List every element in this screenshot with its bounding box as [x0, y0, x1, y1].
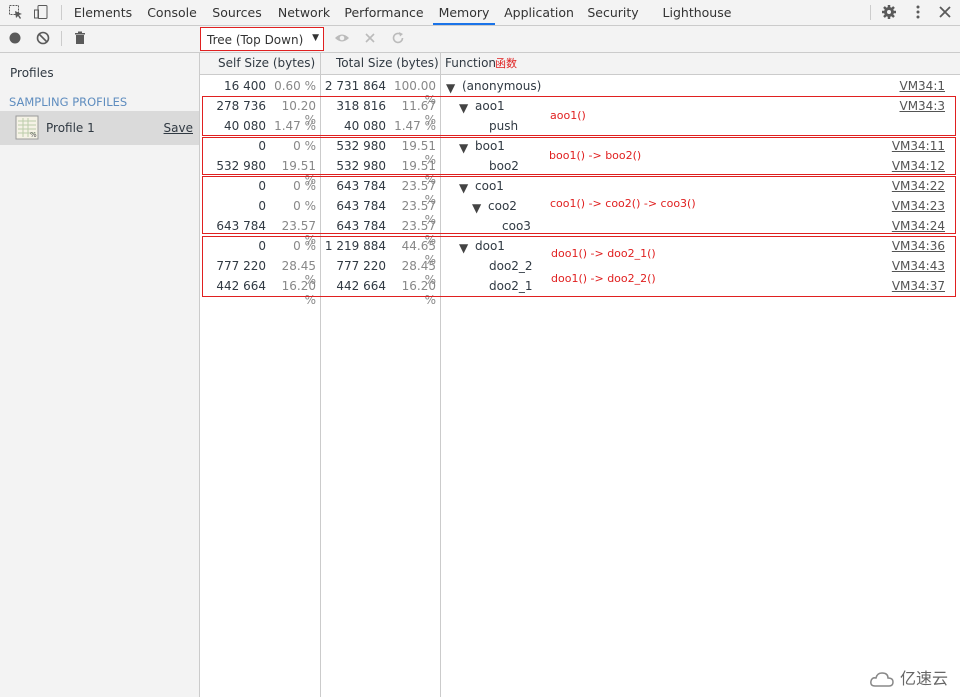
- inspect-icon[interactable]: [8, 4, 24, 20]
- column-header-total-label: Total Size (bytes): [336, 56, 439, 70]
- more-icon[interactable]: [910, 4, 926, 20]
- tab-network[interactable]: Network: [274, 0, 334, 25]
- device-toggle-icon[interactable]: [33, 4, 49, 20]
- tab-application[interactable]: Application: [503, 0, 575, 25]
- svg-text:%: %: [30, 131, 37, 139]
- sidebar-section-title: SAMPLING PROFILES: [9, 95, 128, 109]
- self-size-value: 16 400: [224, 79, 266, 93]
- tab-elements[interactable]: Elements: [72, 0, 134, 25]
- divider: [61, 31, 62, 46]
- memory-toolbar: [0, 26, 960, 53]
- close-devtools-icon[interactable]: [937, 4, 953, 20]
- profile-label: Profile 1: [46, 121, 95, 135]
- cloud-icon: [869, 671, 894, 687]
- trash-icon[interactable]: [73, 31, 87, 48]
- close-icon[interactable]: [363, 31, 377, 48]
- annotation-box-doo: [202, 236, 956, 297]
- tab-lighthouse[interactable]: Lighthouse: [660, 0, 734, 25]
- gear-icon[interactable]: [881, 4, 897, 20]
- function-name: (anonymous): [462, 79, 542, 93]
- devtools-tab-bar: Elements Console Sources Network Perform…: [0, 0, 960, 26]
- view-select[interactable]: Tree (Top Down) ▼: [200, 27, 324, 51]
- sidebar-heading: Profiles: [10, 66, 54, 80]
- column-header-function[interactable]: Function 函数: [441, 53, 960, 75]
- reload-icon[interactable]: [391, 31, 405, 48]
- watermark: 亿速云: [869, 665, 948, 689]
- tab-sources[interactable]: Sources: [208, 0, 266, 25]
- chevron-down-icon: ▼: [312, 33, 319, 43]
- divider: [61, 5, 62, 20]
- column-header-self-label: Self Size (bytes): [218, 56, 316, 70]
- eye-icon[interactable]: [334, 31, 350, 48]
- function-note: 函数: [495, 57, 517, 70]
- divider: [870, 5, 871, 20]
- profile-icon: %: [15, 115, 39, 143]
- watermark-text: 亿速云: [899, 669, 948, 688]
- annotation-aoo: aoo1(): [550, 109, 586, 122]
- column-header-total-size[interactable]: Total Size (bytes): [321, 53, 440, 75]
- sidebar-item-profile-1[interactable]: % Profile 1 Save: [0, 111, 199, 145]
- tab-console[interactable]: Console: [142, 0, 202, 25]
- self-size-percent: 0.60 %: [274, 79, 316, 93]
- column-header-function-label: Function: [445, 56, 497, 70]
- tab-security[interactable]: Security: [585, 0, 641, 25]
- column-header-self-size[interactable]: Self Size (bytes): [200, 53, 320, 75]
- record-icon[interactable]: [8, 31, 22, 48]
- annotation-doo-2: doo1() -> doo2_2(): [551, 272, 656, 285]
- view-select-value: Tree (Top Down): [207, 33, 304, 47]
- tab-performance[interactable]: Performance: [343, 0, 425, 25]
- table-row[interactable]: 16 400 0.60 % 2 731 864 100.00 % ▼ (anonymous…: [200, 76, 960, 107]
- annotation-coo: coo1() -> coo2() -> coo3(): [550, 197, 696, 210]
- profiles-sidebar: Profiles SAMPLING PROFILES % Profile 1 S…: [0, 53, 200, 697]
- source-link[interactable]: VM34:1: [899, 79, 945, 93]
- expand-toggle-icon[interactable]: ▼: [446, 81, 455, 95]
- tab-memory[interactable]: Memory: [433, 0, 495, 25]
- save-link[interactable]: Save: [164, 121, 193, 135]
- total-size-value: 2 731 864: [324, 79, 386, 93]
- annotation-boo: boo1() -> boo2(): [549, 149, 642, 162]
- clear-icon[interactable]: [36, 31, 50, 48]
- annotation-doo-1: doo1() -> doo2_1(): [551, 247, 656, 260]
